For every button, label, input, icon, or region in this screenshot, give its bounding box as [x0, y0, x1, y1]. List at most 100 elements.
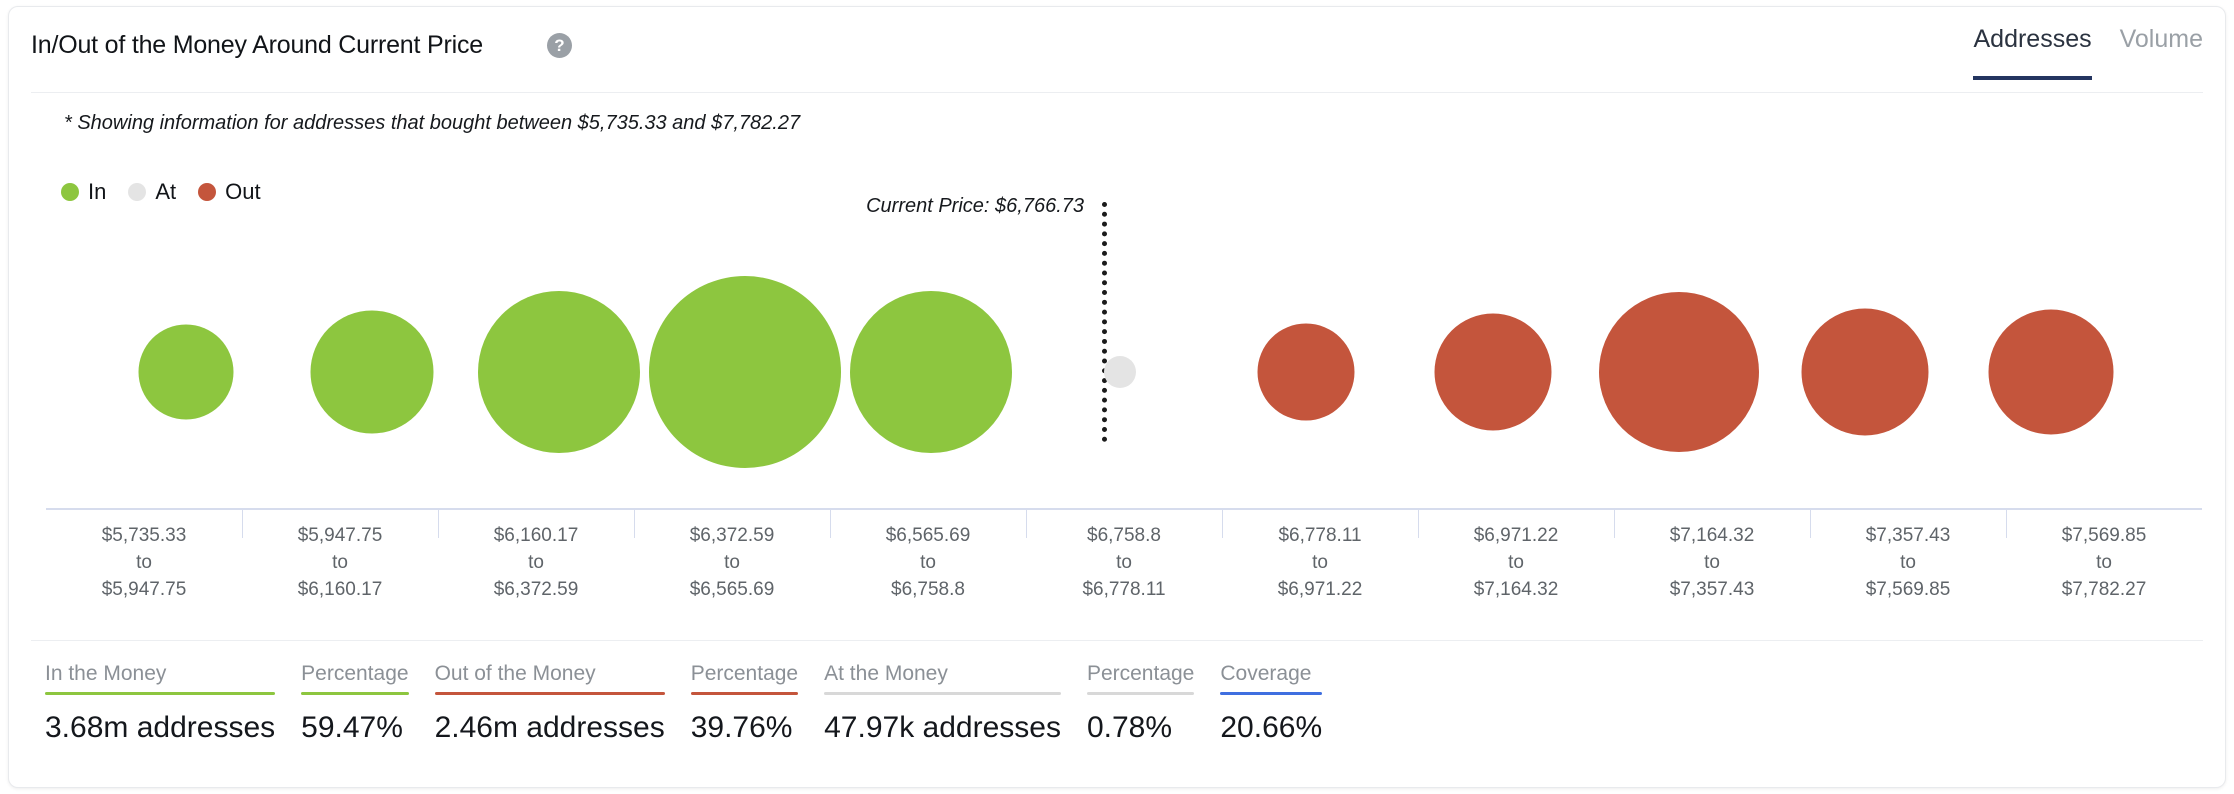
axis-label-2: $6,160.17 to $6,372.59	[438, 510, 634, 622]
stat-underline	[301, 692, 409, 695]
axis-label-to: $6,565.69	[689, 578, 775, 600]
axis-label-from: $7,357.43	[1865, 525, 1951, 546]
axis-label-to: $6,758.8	[891, 578, 965, 600]
current-price-label: Current Price: $6,766.73	[866, 195, 1084, 217]
stat-at-the-money-4: At the Money 47.97k addresses	[824, 662, 1061, 745]
stat-underline	[434, 692, 665, 695]
axis-label-to-word: to	[1508, 551, 1524, 573]
axis-label-9: $7,357.43 to $7,569.85	[1810, 510, 2006, 622]
stat-label: Percentage	[1086, 662, 1195, 685]
axis-label-to: $7,164.32	[1473, 578, 1559, 600]
stat-value: 2.46m addresses	[434, 711, 665, 744]
stat-value: 39.76%	[690, 711, 793, 744]
axis-label-from: $5,947.75	[297, 525, 383, 546]
page-root: In/Out of the Money Around Current Price…	[0, 0, 2234, 794]
axis-label-to-word: to	[1900, 551, 1916, 573]
axis-label-to: $6,372.59	[493, 578, 579, 600]
stat-label: In the Money	[45, 662, 167, 685]
info-note: * Showing information for addresses that…	[64, 112, 801, 134]
card-header: In/Out of the Money Around Current Price…	[9, 7, 2225, 93]
stat-label: At the Money	[824, 662, 948, 685]
in-out-money-card: In/Out of the Money Around Current Price…	[8, 6, 2226, 788]
stat-in-the-money-0: In the Money 3.68m addresses	[45, 662, 276, 745]
axis-label-to-word: to	[1116, 551, 1132, 573]
axis-label-to: $5,947.75	[101, 578, 187, 600]
help-icon[interactable]: ?	[547, 33, 572, 58]
axis-label-3: $6,372.59 to $6,565.69	[634, 510, 830, 622]
tab-volume[interactable]: Volume	[2120, 25, 2203, 80]
stat-underline	[1220, 692, 1323, 695]
bubble-out-10[interactable]	[1988, 309, 2114, 435]
axis-label-from: $6,758.8	[1087, 525, 1161, 546]
axis-label-4: $6,565.69 to $6,758.8	[830, 510, 1026, 622]
axis-label-to-word: to	[332, 551, 348, 573]
axis-label-to: $7,569.85	[1865, 578, 1951, 600]
axis-label-to-word: to	[920, 551, 936, 573]
axis-label-to-word: to	[2096, 551, 2112, 573]
bubble-in-0[interactable]	[138, 324, 234, 420]
axis-label-to: $7,782.27	[2061, 578, 2147, 600]
stat-value: 59.47%	[301, 711, 403, 744]
bubble-plot: Current Price: $6,766.73	[9, 195, 2225, 515]
bubble-in-3[interactable]	[649, 276, 841, 468]
legend-label-in: In	[88, 179, 107, 204]
axis-label-from: $6,372.59	[689, 525, 775, 546]
bubble-in-4[interactable]	[850, 291, 1012, 453]
tab-addresses[interactable]: Addresses	[1973, 25, 2092, 80]
header-divider	[31, 92, 2203, 93]
stat-coverage-6: Coverage 20.66%	[1220, 662, 1323, 745]
stat-value: 47.97k addresses	[824, 711, 1061, 744]
axis-label-to: $6,160.17	[297, 578, 383, 600]
bubble-out-6[interactable]	[1257, 323, 1355, 421]
page-title: In/Out of the Money Around Current Price	[31, 31, 483, 59]
stat-value: 0.78%	[1086, 711, 1173, 744]
chart-legend: In At Out	[61, 179, 261, 205]
stats-row: In the Money 3.68m addresses Percentage 59.…	[45, 662, 1323, 745]
stat-value: 3.68m addresses	[45, 711, 276, 744]
axis-label-to-word: to	[1704, 551, 1720, 573]
stat-label: Percentage	[301, 662, 409, 685]
bubble-out-7[interactable]	[1434, 313, 1552, 431]
legend-item-at[interactable]: At	[128, 179, 176, 205]
circle-icon-at	[128, 183, 147, 201]
axis-label-1: $5,947.75 to $6,160.17	[242, 510, 438, 622]
bubble-in-2[interactable]	[478, 291, 640, 453]
axis-label-to: $6,971.22	[1277, 578, 1363, 600]
axis-label-5: $6,758.8 to $6,778.11	[1026, 510, 1222, 622]
bubble-in-1[interactable]	[310, 310, 434, 434]
stat-label: Percentage	[690, 662, 799, 685]
circle-icon-out	[198, 183, 217, 201]
stat-percentage-1: Percentage 59.47%	[301, 662, 409, 745]
legend-label-out: Out	[225, 179, 261, 204]
bubble-at-5[interactable]	[1104, 356, 1136, 388]
axis-label-from: $6,971.22	[1473, 525, 1559, 546]
stat-percentage-3: Percentage 39.76%	[690, 662, 799, 745]
axis-label-from: $7,569.85	[2061, 525, 2147, 546]
stat-label: Out of the Money	[434, 662, 596, 685]
axis-label-7: $6,971.22 to $7,164.32	[1418, 510, 1614, 622]
bubble-out-8[interactable]	[1599, 292, 1759, 452]
legend-label-at: At	[155, 179, 177, 204]
axis-label-6: $6,778.11 to $6,971.22	[1222, 510, 1418, 622]
axis-label-to: $7,357.43	[1669, 578, 1755, 600]
stat-value: 20.66%	[1220, 711, 1323, 744]
axis-label-from: $7,164.32	[1669, 525, 1755, 546]
stat-underline	[690, 692, 799, 695]
axis-label-from: $5,735.33	[101, 525, 187, 546]
axis-label-to-word: to	[1312, 551, 1328, 573]
axis-label-from: $6,160.17	[493, 525, 579, 546]
legend-item-out[interactable]: Out	[198, 179, 261, 205]
axis-label-to-word: to	[724, 551, 740, 573]
axis-label-to-word: to	[136, 551, 152, 573]
bubble-out-9[interactable]	[1801, 308, 1929, 436]
stat-percentage-5: Percentage 0.78%	[1086, 662, 1195, 745]
axis-label-from: $6,778.11	[1278, 525, 1362, 546]
stat-label: Coverage	[1220, 662, 1312, 685]
current-price-line	[1102, 202, 1107, 442]
axis-label-0: $5,735.33 to $5,947.75	[46, 510, 242, 622]
legend-item-in[interactable]: In	[61, 179, 106, 205]
circle-icon-in	[61, 183, 79, 201]
axis-label-from: $6,565.69	[885, 525, 971, 546]
axis-label-10: $7,569.85 to $7,782.27	[2006, 510, 2202, 622]
x-axis-labels: $5,735.33 to $5,947.75 $5,947.75 to $6,160.17…	[46, 510, 2202, 622]
